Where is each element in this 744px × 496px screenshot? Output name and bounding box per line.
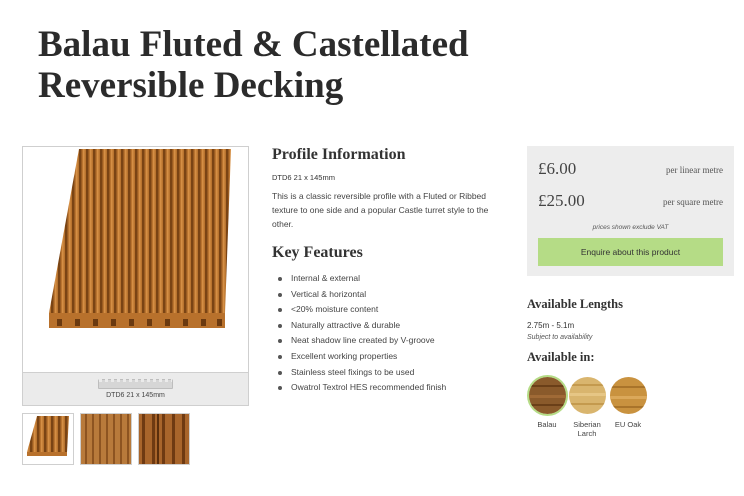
availability-section: Available Lengths 2.75m - 5.1m Subject t… <box>527 297 734 365</box>
thumbnail-2[interactable] <box>80 413 132 465</box>
feature-item: Neat shadow line created by V-groove <box>272 333 512 349</box>
product-details: Profile Information DTD6 21 x 145mm This… <box>272 146 512 396</box>
timber-swatches: Balau Siberian Larch EU Oak <box>527 377 734 447</box>
swatch-label: Siberian Larch <box>573 420 601 438</box>
feature-item: Vertical & horizontal <box>272 287 512 303</box>
siberian-larch-swatch-image <box>568 377 606 414</box>
available-in-heading: Available in: <box>527 350 595 364</box>
linear-price-unit: per linear metre <box>666 165 723 175</box>
swatch-siberian-larch[interactable]: Siberian Larch <box>567 377 607 438</box>
product-title-line-1: Balau Fluted & Castellated <box>38 24 469 65</box>
profile-heading: Profile Information <box>272 146 406 163</box>
linear-price: £6.00 <box>538 159 577 178</box>
profile-description: This is a classic reversible profile wit… <box>272 191 489 229</box>
thumbnail-3-image <box>139 414 189 464</box>
thumbnail-3[interactable] <box>138 413 190 465</box>
price-row-square: £25.00 per square metre <box>538 191 723 213</box>
profile-caption: DTD6 21 x 145mm <box>106 392 165 399</box>
thumbnail-1[interactable] <box>22 413 74 465</box>
thumbnail-2-image <box>81 414 131 464</box>
enquire-button[interactable]: Enquire about this product <box>538 238 723 266</box>
vat-note: prices shown exclude VAT <box>592 224 669 231</box>
lengths-value: 2.75m - 5.1m <box>527 321 575 330</box>
swatch-label: EU Oak <box>614 420 642 429</box>
feature-item: <20% moisture content <box>272 302 512 318</box>
feature-item: Stainless steel fixings to be used <box>272 365 512 381</box>
thumbnail-1-image <box>23 414 73 464</box>
lengths-note: Subject to availability <box>527 334 593 341</box>
square-price-unit: per square metre <box>663 197 723 207</box>
swatch-label: Balau <box>537 420 557 429</box>
main-product-image[interactable]: DTD6 21 x 145mm <box>22 146 249 406</box>
feature-item: Internal & external <box>272 271 512 287</box>
price-row-linear: £6.00 per linear metre <box>538 159 723 181</box>
profile-drawing-strip: DTD6 21 x 145mm <box>23 372 248 405</box>
key-features-list: Internal & external Vertical & horizonta… <box>272 271 512 396</box>
decking-board-image <box>49 149 231 328</box>
feature-item: Owatrol Textrol HES recommended finish <box>272 380 512 396</box>
product-title-line-2: Reversible Decking <box>38 65 344 106</box>
profile-code: DTD6 21 x 145mm <box>272 173 335 182</box>
key-features-heading: Key Features <box>272 244 363 261</box>
price-box: £6.00 per linear metre £25.00 per square… <box>527 146 734 276</box>
feature-item: Naturally attractive & durable <box>272 318 512 334</box>
product-title: Balau Fluted & Castellated Reversible De… <box>38 24 558 106</box>
lengths-heading: Available Lengths <box>527 297 623 311</box>
profile-cross-section <box>98 379 173 389</box>
balau-swatch-image <box>528 377 566 414</box>
eu-oak-swatch-image <box>609 377 647 414</box>
swatch-eu-oak[interactable]: EU Oak <box>608 377 648 429</box>
swatch-balau[interactable]: Balau <box>527 377 567 429</box>
feature-item: Excellent working properties <box>272 349 512 365</box>
square-price: £25.00 <box>538 191 585 210</box>
